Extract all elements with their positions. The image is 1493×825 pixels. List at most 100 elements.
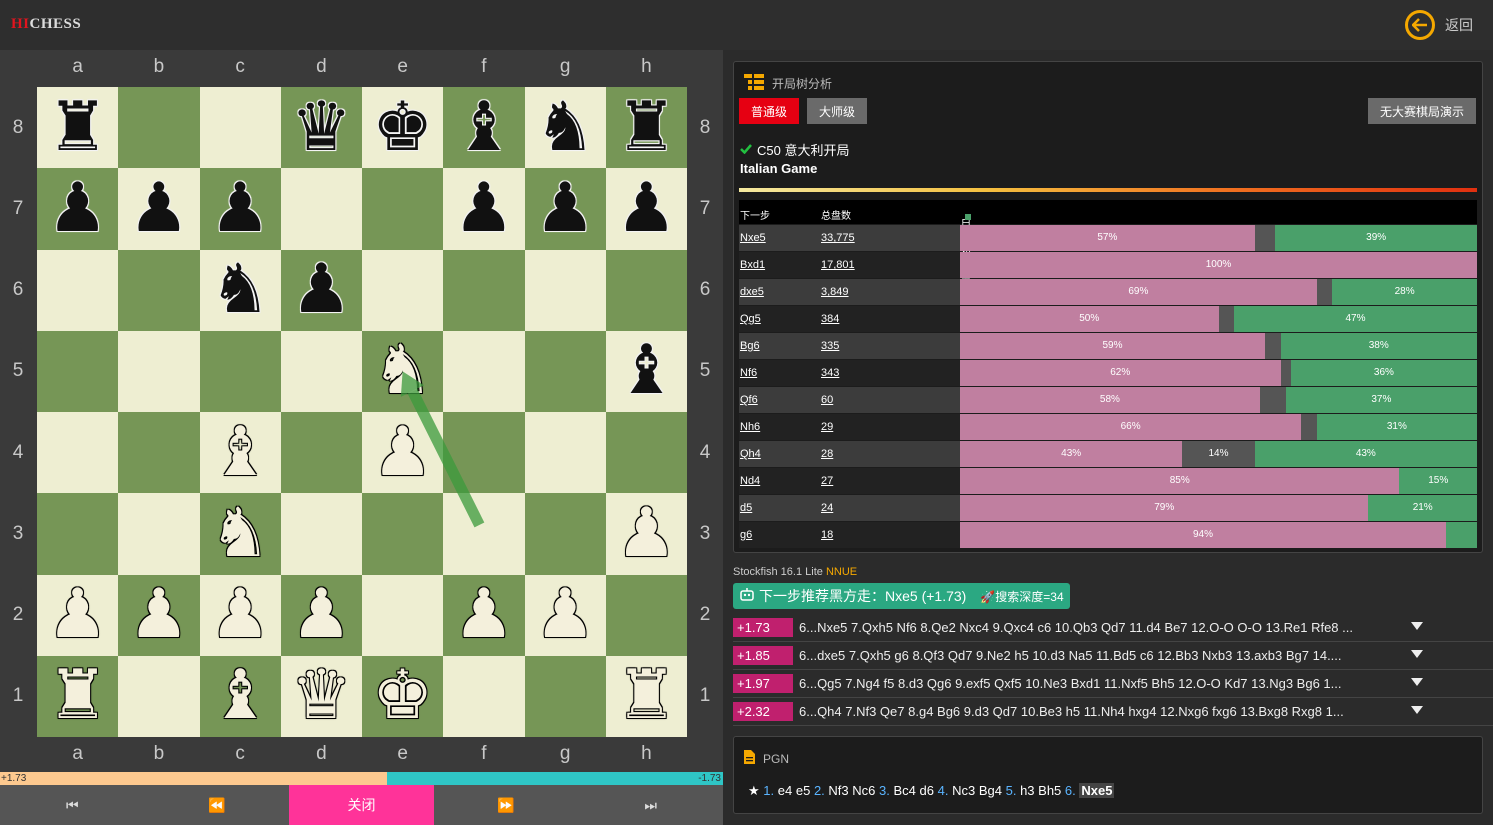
square-d4[interactable]	[280, 412, 362, 494]
move-link[interactable]: g6	[739, 522, 820, 548]
square-g6[interactable]	[524, 249, 606, 331]
pgn-move[interactable]: Nf3	[828, 783, 848, 798]
square-d3[interactable]	[280, 493, 362, 575]
line-moves[interactable]: 6...dxe5 7.Qxh5 g6 8.Qf3 Qd7 9.Ne2 h5 10…	[799, 646, 1409, 665]
square-b4[interactable]	[118, 412, 200, 494]
black-queen-icon[interactable]: ♛	[281, 87, 362, 168]
engine-line[interactable]: +1.97 6...Qg5 7.Ng4 f5 8.d3 Qg6 9.exf5 Qx…	[733, 670, 1493, 698]
normal-level-button[interactable]: 普通级	[739, 98, 800, 124]
black-pawn-icon[interactable]: ♟	[525, 168, 606, 249]
engine-line[interactable]: +2.32 6...Qh4 7.Nf3 Qe7 8.g4 Bg6 9.d3 Qd7…	[733, 698, 1493, 726]
caret-down-icon[interactable]	[1411, 650, 1423, 658]
table-row[interactable]: Qf6 60 58% 37%	[739, 387, 1477, 414]
table-row[interactable]: Nxe5 33,775 57% 39%	[739, 225, 1477, 252]
white-pawn-icon[interactable]: ♟	[525, 575, 606, 656]
move-link[interactable]: Qf6	[739, 387, 820, 413]
white-pawn-icon[interactable]: ♟	[281, 575, 362, 656]
games-count-link[interactable]: 24	[820, 495, 960, 521]
white-bishop-icon[interactable]: ♝	[200, 656, 281, 737]
square-e7[interactable]	[362, 168, 444, 250]
square-d5[interactable]	[280, 330, 362, 412]
square-f6[interactable]	[443, 249, 525, 331]
pgn-move[interactable]: Nc6	[852, 783, 875, 798]
table-row[interactable]: Qg5 384 50% 47%	[739, 306, 1477, 333]
pgn-current-move[interactable]: Nxe5	[1079, 783, 1115, 798]
square-e2[interactable]	[362, 574, 444, 656]
white-bishop-icon[interactable]: ♝	[200, 412, 281, 493]
games-count-link[interactable]: 33,775	[820, 225, 960, 251]
move-link[interactable]: Qg5	[739, 306, 820, 332]
square-g5[interactable]	[524, 330, 606, 412]
square-e3[interactable]	[362, 493, 444, 575]
square-b3[interactable]	[118, 493, 200, 575]
white-pawn-icon[interactable]: ♟	[200, 575, 281, 656]
square-c8[interactable]	[199, 87, 281, 169]
square-h4[interactable]	[605, 412, 687, 494]
square-f4[interactable]	[443, 412, 525, 494]
square-a3[interactable]	[37, 493, 119, 575]
square-g1[interactable]	[524, 655, 606, 737]
black-rook-icon[interactable]: ♜	[37, 87, 118, 168]
black-pawn-icon[interactable]: ♟	[443, 168, 524, 249]
pgn-move[interactable]: Nc3	[952, 783, 975, 798]
games-count-link[interactable]: 343	[820, 360, 960, 386]
pgn-move[interactable]: Bc4	[893, 783, 915, 798]
black-pawn-icon[interactable]: ♟	[118, 168, 199, 249]
table-row[interactable]: g6 18 94%	[739, 522, 1477, 549]
games-count-link[interactable]: 27	[820, 468, 960, 494]
chess-board[interactable]: ♜ ♛ ♚ ♝ ♞ ♜ ♟ ♟ ♟ ♟ ♟ ♟ ♞ ♟ ♞ ♝ ♝ ♟ ♞ ♟ ♟ ♟ ♟ ♟ ♟ ♟ ♜ ♝ ♛ ♚ ♜	[37, 87, 687, 737]
square-e6[interactable]	[362, 249, 444, 331]
white-knight-icon[interactable]: ♞	[362, 331, 443, 412]
line-moves[interactable]: 6...Qh4 7.Nf3 Qe7 8.g4 Bg6 9.d3 Qd7 10.B…	[799, 702, 1409, 721]
move-link[interactable]: Bxd1	[739, 252, 820, 278]
white-knight-icon[interactable]: ♞	[200, 493, 281, 574]
black-knight-icon[interactable]: ♞	[200, 250, 281, 331]
square-f1[interactable]	[443, 655, 525, 737]
move-link[interactable]: Bg6	[739, 333, 820, 359]
table-row[interactable]: d5 24 79% 21%	[739, 495, 1477, 522]
white-rook-icon[interactable]: ♜	[606, 656, 687, 737]
white-pawn-icon[interactable]: ♟	[362, 412, 443, 493]
table-row[interactable]: Nd4 27 85% 15%	[739, 468, 1477, 495]
square-b5[interactable]	[118, 330, 200, 412]
first-move-button[interactable]: ⏮	[0, 785, 145, 825]
master-level-button[interactable]: 大师级	[807, 98, 868, 124]
black-rook-icon[interactable]: ♜	[606, 87, 687, 168]
square-c5[interactable]	[199, 330, 281, 412]
square-a5[interactable]	[37, 330, 119, 412]
black-pawn-icon[interactable]: ♟	[606, 168, 687, 249]
table-row[interactable]: Qh4 28 43% 14% 43%	[739, 441, 1477, 468]
prev-move-button[interactable]: ⏪	[145, 785, 290, 825]
pgn-move[interactable]: h3	[1020, 783, 1034, 798]
pgn-move[interactable]: Bg4	[979, 783, 1002, 798]
games-count-link[interactable]: 18	[820, 522, 960, 548]
move-link[interactable]: Qh4	[739, 441, 820, 467]
white-pawn-icon[interactable]: ♟	[443, 575, 524, 656]
black-king-icon[interactable]: ♚	[362, 87, 443, 168]
line-moves[interactable]: 6...Qg5 7.Ng4 f5 8.d3 Qg6 9.exf5 Qxf5 10…	[799, 674, 1409, 693]
black-pawn-icon[interactable]: ♟	[37, 168, 118, 249]
table-row[interactable]: Bg6 335 59% 38%	[739, 333, 1477, 360]
move-link[interactable]: dxe5	[739, 279, 820, 305]
back-button[interactable]: 返回	[1405, 10, 1473, 40]
demo-games-button[interactable]: 无大赛棋局演示	[1367, 98, 1476, 124]
games-count-link[interactable]: 28	[820, 441, 960, 467]
table-row[interactable]: dxe5 3,849 69% 28%	[739, 279, 1477, 306]
square-f3[interactable]	[443, 493, 525, 575]
move-link[interactable]: Nh6	[739, 414, 820, 440]
black-bishop-icon[interactable]: ♝	[443, 87, 524, 168]
white-pawn-icon[interactable]: ♟	[37, 575, 118, 656]
square-a6[interactable]	[37, 249, 119, 331]
move-link[interactable]: Nd4	[739, 468, 820, 494]
engine-line[interactable]: +1.85 6...dxe5 7.Qxh5 g6 8.Qf3 Qd7 9.Ne2 …	[733, 642, 1493, 670]
next-move-button[interactable]: ⏩	[434, 785, 579, 825]
pgn-move[interactable]: d6	[920, 783, 934, 798]
games-count-link[interactable]: 3,849	[820, 279, 960, 305]
square-b1[interactable]	[118, 655, 200, 737]
square-g3[interactable]	[524, 493, 606, 575]
square-b6[interactable]	[118, 249, 200, 331]
caret-down-icon[interactable]	[1411, 706, 1423, 714]
black-bishop-icon[interactable]: ♝	[606, 331, 687, 412]
last-move-button[interactable]: ⏭	[578, 785, 723, 825]
white-pawn-icon[interactable]: ♟	[606, 493, 687, 574]
